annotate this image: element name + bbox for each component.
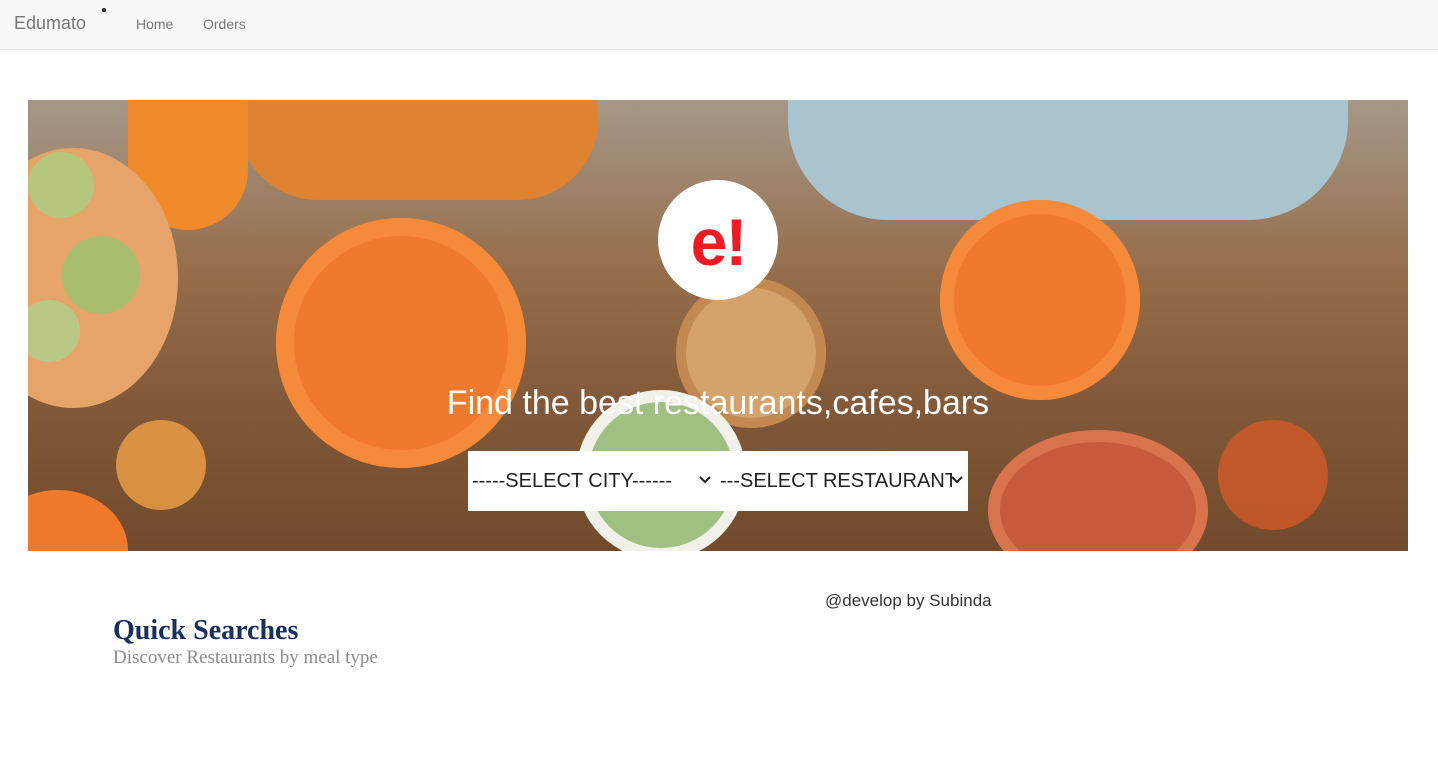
- navbar: Edumato Home Orders: [0, 0, 1438, 50]
- chevron-down-icon: [698, 473, 712, 487]
- city-select-value: -----SELECT CITY------: [472, 469, 672, 492]
- hero-title: Find the best restaurants,cafes,bars: [446, 384, 990, 422]
- brand-link[interactable]: Edumato: [14, 13, 86, 34]
- logo-text: e!: [690, 205, 748, 279]
- edumato-logo: e!: [658, 180, 778, 300]
- chevron-down-icon: [950, 473, 964, 487]
- hero-photo-detail: [988, 430, 1208, 551]
- brand-dot: [102, 8, 106, 12]
- restaurant-select-value: ---SELECT RESTAURANTS---: [720, 469, 952, 492]
- hero-photo-detail: [116, 420, 206, 510]
- hero-photo-detail: [62, 236, 140, 314]
- hero-banner: e! Find the best restaurants,cafes,bars …: [28, 100, 1408, 551]
- hero-photo-detail: [788, 100, 1348, 220]
- developer-credit: @develop by Subinda: [825, 591, 992, 610]
- search-bar: -----SELECT CITY------ ---SELECT RESTAUR…: [468, 451, 968, 511]
- hero-photo-detail: [1218, 420, 1328, 530]
- nav-home-link[interactable]: Home: [136, 16, 173, 32]
- hero-photo-detail: [940, 200, 1140, 400]
- hero-photo-detail: [238, 100, 598, 200]
- hero-photo-detail: [28, 490, 128, 551]
- quick-searches-title: Quick Searches: [113, 615, 299, 646]
- restaurant-select[interactable]: ---SELECT RESTAURANTS---: [716, 451, 968, 511]
- city-select[interactable]: -----SELECT CITY------: [468, 451, 716, 511]
- hero-photo-detail: [28, 152, 94, 218]
- nav-orders-link[interactable]: Orders: [203, 16, 246, 32]
- quick-searches-subtitle: Discover Restaurants by meal type: [113, 647, 378, 668]
- hero-photo-detail: [276, 218, 526, 468]
